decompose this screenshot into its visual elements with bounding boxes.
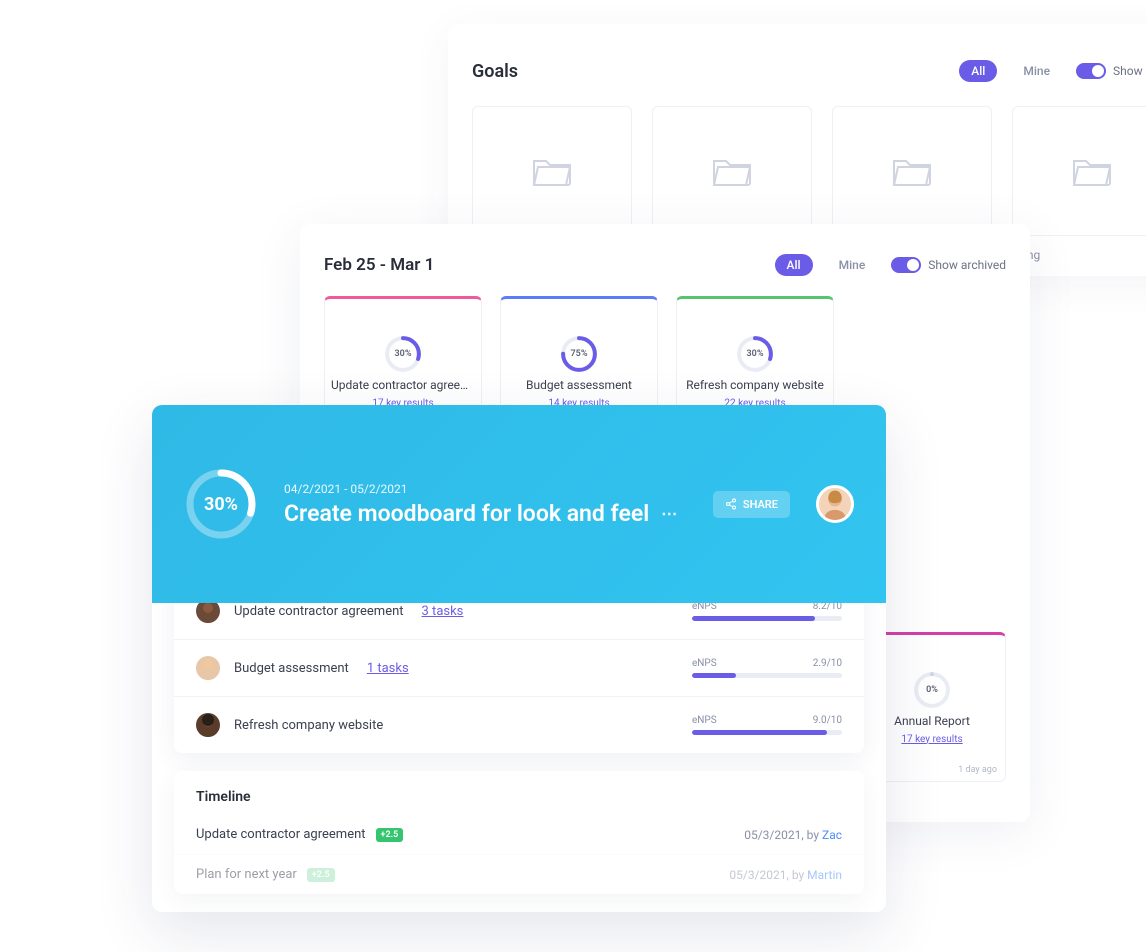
target-score: eNPS 2.9/10	[682, 658, 842, 678]
goal-detail-modal: 30% 04/2/2021 - 05/2/2021 Create moodboa…	[152, 405, 886, 912]
filter-mine-pill[interactable]: Mine	[1011, 60, 1062, 82]
filter-all-pill[interactable]: All	[775, 254, 813, 276]
share-label: SHARE	[743, 498, 778, 511]
hero-date-range: 04/2/2021 - 05/2/2021	[284, 482, 687, 496]
period-filters: All Mine Show archived	[775, 254, 1006, 276]
progress-donut: 75%	[561, 336, 597, 372]
timeline-header: Timeline	[174, 771, 864, 815]
enps-label: eNPS	[692, 715, 717, 726]
hero-progress-donut: 30%	[184, 467, 258, 541]
goals-header: Goals All Mine Show archive	[472, 60, 1146, 82]
more-menu-icon[interactable]: ⋯	[661, 504, 679, 523]
progress-value: 30%	[737, 336, 773, 372]
show-archived-toggle[interactable]	[891, 257, 921, 273]
timeline-item-name: Plan for next year	[196, 867, 297, 882]
progress-value: 0%	[914, 672, 950, 708]
timeline-item-name: Update contractor agreement	[196, 827, 366, 842]
delta-badge: +2.5	[376, 828, 404, 842]
share-button[interactable]: SHARE	[713, 491, 790, 518]
goals-title: Goals	[472, 61, 518, 82]
folder-card[interactable]	[652, 106, 812, 236]
progress-donut: 30%	[737, 336, 773, 372]
target-score: eNPS8.2/10	[682, 601, 842, 621]
folder-card[interactable]	[1012, 106, 1146, 236]
enps-bar	[692, 730, 842, 735]
timeline-author-link[interactable]: Zac	[822, 828, 842, 842]
target-score: eNPS 9.0/10	[682, 715, 842, 735]
show-archived-toggle[interactable]	[1076, 63, 1106, 79]
share-icon	[725, 498, 737, 510]
target-tasks-link[interactable]: 1 tasks	[367, 661, 409, 676]
enps-score: 2.9/10	[813, 658, 842, 669]
target-row[interactable]: Budget assessment 1 tasks eNPS 2.9/10	[174, 639, 864, 696]
target-name: Refresh company website	[234, 718, 383, 733]
filter-all-pill[interactable]: All	[959, 60, 997, 82]
timeline-card: Timeline Update contractor agreement +2.…	[174, 771, 864, 894]
kpi-title: Update contractor agreemen	[325, 378, 481, 392]
kpi-key-results-link[interactable]: 17 key results	[901, 734, 962, 745]
assignee-avatar	[196, 656, 220, 680]
hero-progress-value: 30%	[184, 467, 258, 541]
progress-value: 30%	[385, 336, 421, 372]
kpi-title: Budget assessment	[501, 378, 657, 392]
assignee-avatar	[196, 713, 220, 737]
folder-icon	[532, 155, 572, 187]
folder-card[interactable]	[832, 106, 992, 236]
progress-donut: 30%	[385, 336, 421, 372]
timeline-meta: 05/3/2021, by Zac	[744, 828, 842, 842]
show-archived-toggle-wrap: Show archive	[1076, 63, 1146, 79]
enps-bar	[692, 616, 842, 621]
progress-value: 75%	[561, 336, 597, 372]
filter-mine-pill[interactable]: Mine	[827, 254, 878, 276]
enps-score: 9.0/10	[813, 715, 842, 726]
show-archived-label: Show archive	[1113, 64, 1146, 78]
timeline-date: 05/3/2021, by	[729, 868, 807, 882]
timeline-author-link[interactable]: Martin	[807, 868, 842, 882]
folder-icon	[1072, 155, 1112, 187]
progress-donut: 0%	[914, 672, 950, 708]
kpi-title: Refresh company website	[677, 378, 833, 392]
goals-filters: All Mine Show archive	[959, 60, 1146, 82]
hero-title-row: Create moodboard for look and feel ⋯	[284, 500, 687, 527]
timeline-title: Timeline	[196, 789, 251, 805]
show-archived-toggle-wrap: Show archived	[891, 257, 1006, 273]
period-header: Feb 25 - Mar 1 All Mine Show archived	[324, 254, 1006, 276]
target-name: Budget assessment	[234, 661, 349, 676]
folder-icon	[892, 155, 932, 187]
hero-meta: 04/2/2021 - 05/2/2021 Create moodboard f…	[284, 482, 687, 527]
target-name: Update contractor agreement	[234, 604, 404, 619]
show-archived-label: Show archived	[928, 258, 1006, 272]
modal-hero: 30% 04/2/2021 - 05/2/2021 Create moodboa…	[152, 405, 886, 603]
timeline-row[interactable]: Plan for next year +2.5 05/3/2021, by Ma…	[174, 854, 864, 894]
delta-badge: +2.5	[307, 868, 335, 882]
kpi-age: 1 day ago	[958, 765, 997, 775]
timeline-row[interactable]: Update contractor agreement +2.5 05/3/20…	[174, 815, 864, 854]
target-tasks-link[interactable]: 3 tasks	[422, 604, 464, 619]
enps-bar	[692, 673, 842, 678]
goals-folder-row	[472, 106, 1146, 236]
folder-icon	[712, 155, 752, 187]
hero-title: Create moodboard for look and feel	[284, 500, 649, 527]
enps-label: eNPS	[692, 658, 717, 669]
timeline-meta: 05/3/2021, by Martin	[729, 868, 842, 882]
timeline-date: 05/3/2021, by	[744, 828, 822, 842]
owner-avatar[interactable]	[816, 485, 854, 523]
period-title: Feb 25 - Mar 1	[324, 255, 434, 275]
folder-card[interactable]	[472, 106, 632, 236]
target-row[interactable]: Refresh company website eNPS 9.0/10	[174, 696, 864, 753]
